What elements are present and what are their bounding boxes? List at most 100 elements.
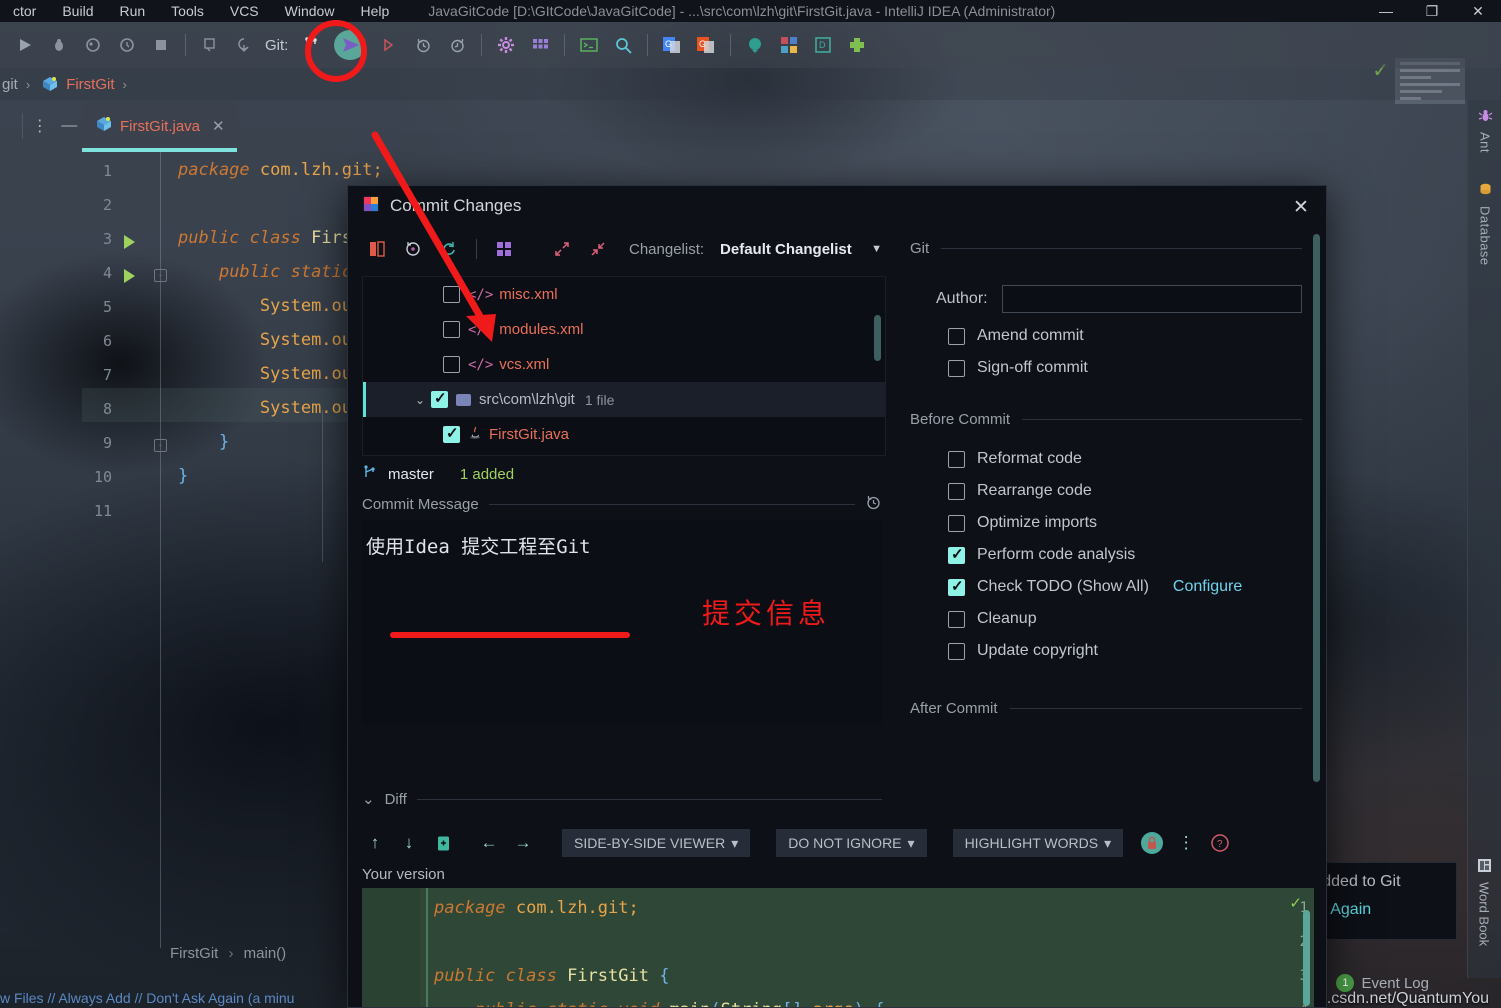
refresh-icon[interactable]: [434, 234, 464, 264]
update-project-icon[interactable]: [227, 28, 261, 62]
run-icon[interactable]: [8, 28, 42, 62]
debug-icon[interactable]: [42, 28, 76, 62]
search-icon[interactable]: [606, 28, 640, 62]
attach-icon[interactable]: [193, 28, 227, 62]
group-by-icon[interactable]: [489, 234, 519, 264]
file-checkbox[interactable]: [443, 424, 460, 443]
check-todo-checkbox[interactable]: [948, 577, 965, 596]
google-translate-icon[interactable]: G: [655, 28, 689, 62]
menu-item-window[interactable]: Window: [272, 0, 348, 22]
breadcrumb-item-git[interactable]: git: [0, 76, 20, 93]
minimize-button[interactable]: —: [1363, 0, 1409, 22]
push-icon[interactable]: [328, 28, 372, 62]
author-input[interactable]: [1001, 285, 1302, 313]
diff-section-header[interactable]: ⌄ Diff: [362, 790, 882, 808]
ball-icon[interactable]: [738, 28, 772, 62]
option-sign-off-commit[interactable]: Sign-off commit: [948, 359, 1302, 377]
tree-row-misc-xml[interactable]: </> misc.xml: [363, 277, 885, 312]
option-amend-commit[interactable]: Amend commit: [948, 327, 1302, 345]
rollback-icon[interactable]: [440, 28, 474, 62]
optimize-imports-checkbox[interactable]: [948, 514, 965, 532]
panels-icon[interactable]: [772, 28, 806, 62]
menu-item-help[interactable]: Help: [347, 0, 402, 22]
chevron-down-icon[interactable]: ⌄: [362, 790, 375, 808]
sign-off-commit-checkbox[interactable]: [948, 359, 965, 377]
commit-icon[interactable]: [372, 28, 406, 62]
folder-checkbox[interactable]: [431, 389, 448, 408]
reformat-code-checkbox[interactable]: [948, 450, 965, 468]
file-checkbox[interactable]: [443, 321, 460, 338]
menu-item-build[interactable]: Build: [49, 0, 106, 22]
collapse-all-icon[interactable]: [583, 234, 613, 264]
dialog-close-button[interactable]: ✕: [1288, 194, 1314, 220]
tree-row-src-folder[interactable]: ⌄ src\com\lzh\git 1 file: [363, 382, 885, 417]
history-icon[interactable]: [406, 28, 440, 62]
menu-item-ctor[interactable]: ctor: [0, 0, 49, 22]
apply-right-icon[interactable]: →: [510, 830, 536, 856]
breadcrumb-item-firstgit[interactable]: FirstGit: [64, 76, 116, 93]
chevron-down-icon[interactable]: ⌄: [409, 393, 431, 407]
option-perform-code-analysis[interactable]: Perform code analysis: [948, 545, 1302, 564]
dict-icon[interactable]: D: [806, 28, 840, 62]
minimize-icon[interactable]: —: [57, 113, 83, 139]
tree-row-firstgit-java[interactable]: FirstGit.java: [363, 417, 885, 452]
apply-left-icon[interactable]: ←: [476, 830, 502, 856]
commit-message-input[interactable]: 使用Idea 提交工程至Git 提交信息: [362, 520, 882, 725]
option-check-todo[interactable]: Check TODO (Show All) Configure: [948, 577, 1302, 596]
tree-scrollbar[interactable]: [874, 315, 881, 361]
compare-file-icon[interactable]: [430, 830, 456, 856]
tool-window-ant[interactable]: Ant: [1468, 108, 1501, 153]
option-reformat-code[interactable]: Reformat code: [948, 450, 1302, 468]
prev-diff-icon[interactable]: ↑: [362, 830, 388, 856]
fold-expand-icon[interactable]: -: [154, 439, 167, 452]
file-checkbox[interactable]: [443, 286, 460, 303]
fold-collapse-icon[interactable]: -: [154, 269, 167, 282]
option-rearrange-code[interactable]: Rearrange code: [948, 482, 1302, 500]
revert-icon[interactable]: [398, 234, 428, 264]
close-button[interactable]: ✕: [1455, 0, 1501, 22]
menu-item-vcs[interactable]: VCS: [217, 0, 272, 22]
breadcrumb-class[interactable]: FirstGit: [170, 945, 218, 962]
show-diff-icon[interactable]: [362, 234, 392, 264]
run-method-gutter-icon[interactable]: [124, 269, 135, 283]
file-checkbox[interactable]: [443, 356, 460, 373]
changelist-value[interactable]: Default Changelist: [720, 241, 852, 258]
configure-link[interactable]: Configure: [1173, 578, 1242, 596]
update-copyright-checkbox[interactable]: [948, 642, 965, 660]
history-icon[interactable]: [865, 494, 882, 515]
rearrange-code-checkbox[interactable]: [948, 482, 965, 500]
maximize-button[interactable]: ❐: [1409, 0, 1455, 22]
perform-code-analysis-checkbox[interactable]: [948, 545, 965, 564]
project-structure-icon[interactable]: [523, 28, 557, 62]
profile-icon[interactable]: [110, 28, 144, 62]
viewer-mode-dropdown[interactable]: SIDE-BY-SIDE VIEWER ▾: [562, 829, 751, 857]
tab-firstgit-java[interactable]: FirstGit.java ✕: [82, 100, 237, 152]
options-scrollbar[interactable]: [1313, 234, 1320, 782]
tool-window-database[interactable]: Database: [1468, 182, 1501, 266]
option-optimize-imports[interactable]: Optimize imports: [948, 514, 1302, 532]
coverage-icon[interactable]: [76, 28, 110, 62]
expand-all-icon[interactable]: [547, 234, 577, 264]
tab-close-icon[interactable]: ✕: [212, 117, 225, 135]
branch-icon[interactable]: [294, 28, 328, 62]
event-log-label[interactable]: Event Log: [1361, 975, 1429, 992]
editor-bottom-breadcrumb[interactable]: FirstGit › main(): [170, 945, 286, 962]
menu-item-run[interactable]: Run: [106, 0, 158, 22]
next-diff-icon[interactable]: ↓: [396, 830, 422, 856]
menu-item-tools[interactable]: Tools: [158, 0, 217, 22]
more-options-icon[interactable]: ⋮: [27, 113, 53, 139]
changed-files-tree[interactable]: </> misc.xml </> modules.xml </> vcs.xml: [362, 276, 886, 456]
translate-icon[interactable]: G: [689, 28, 723, 62]
option-cleanup[interactable]: Cleanup: [948, 610, 1302, 628]
plugin-icon[interactable]: [840, 28, 874, 62]
option-update-copyright[interactable]: Update copyright: [948, 642, 1302, 660]
settings-icon[interactable]: [489, 28, 523, 62]
tool-window-word-book[interactable]: Word Book: [1467, 858, 1501, 946]
breadcrumb-method[interactable]: main(): [244, 945, 287, 962]
tree-row-vcs-xml[interactable]: </> vcs.xml: [363, 347, 885, 382]
cleanup-checkbox[interactable]: [948, 610, 965, 628]
commit-changes-dialog[interactable]: Commit Changes ✕ Changelist: Default Cha…: [347, 185, 1327, 1008]
tree-row-modules-xml[interactable]: </> modules.xml: [363, 312, 885, 347]
stop-icon[interactable]: [144, 28, 178, 62]
amend-commit-checkbox[interactable]: [948, 327, 965, 345]
